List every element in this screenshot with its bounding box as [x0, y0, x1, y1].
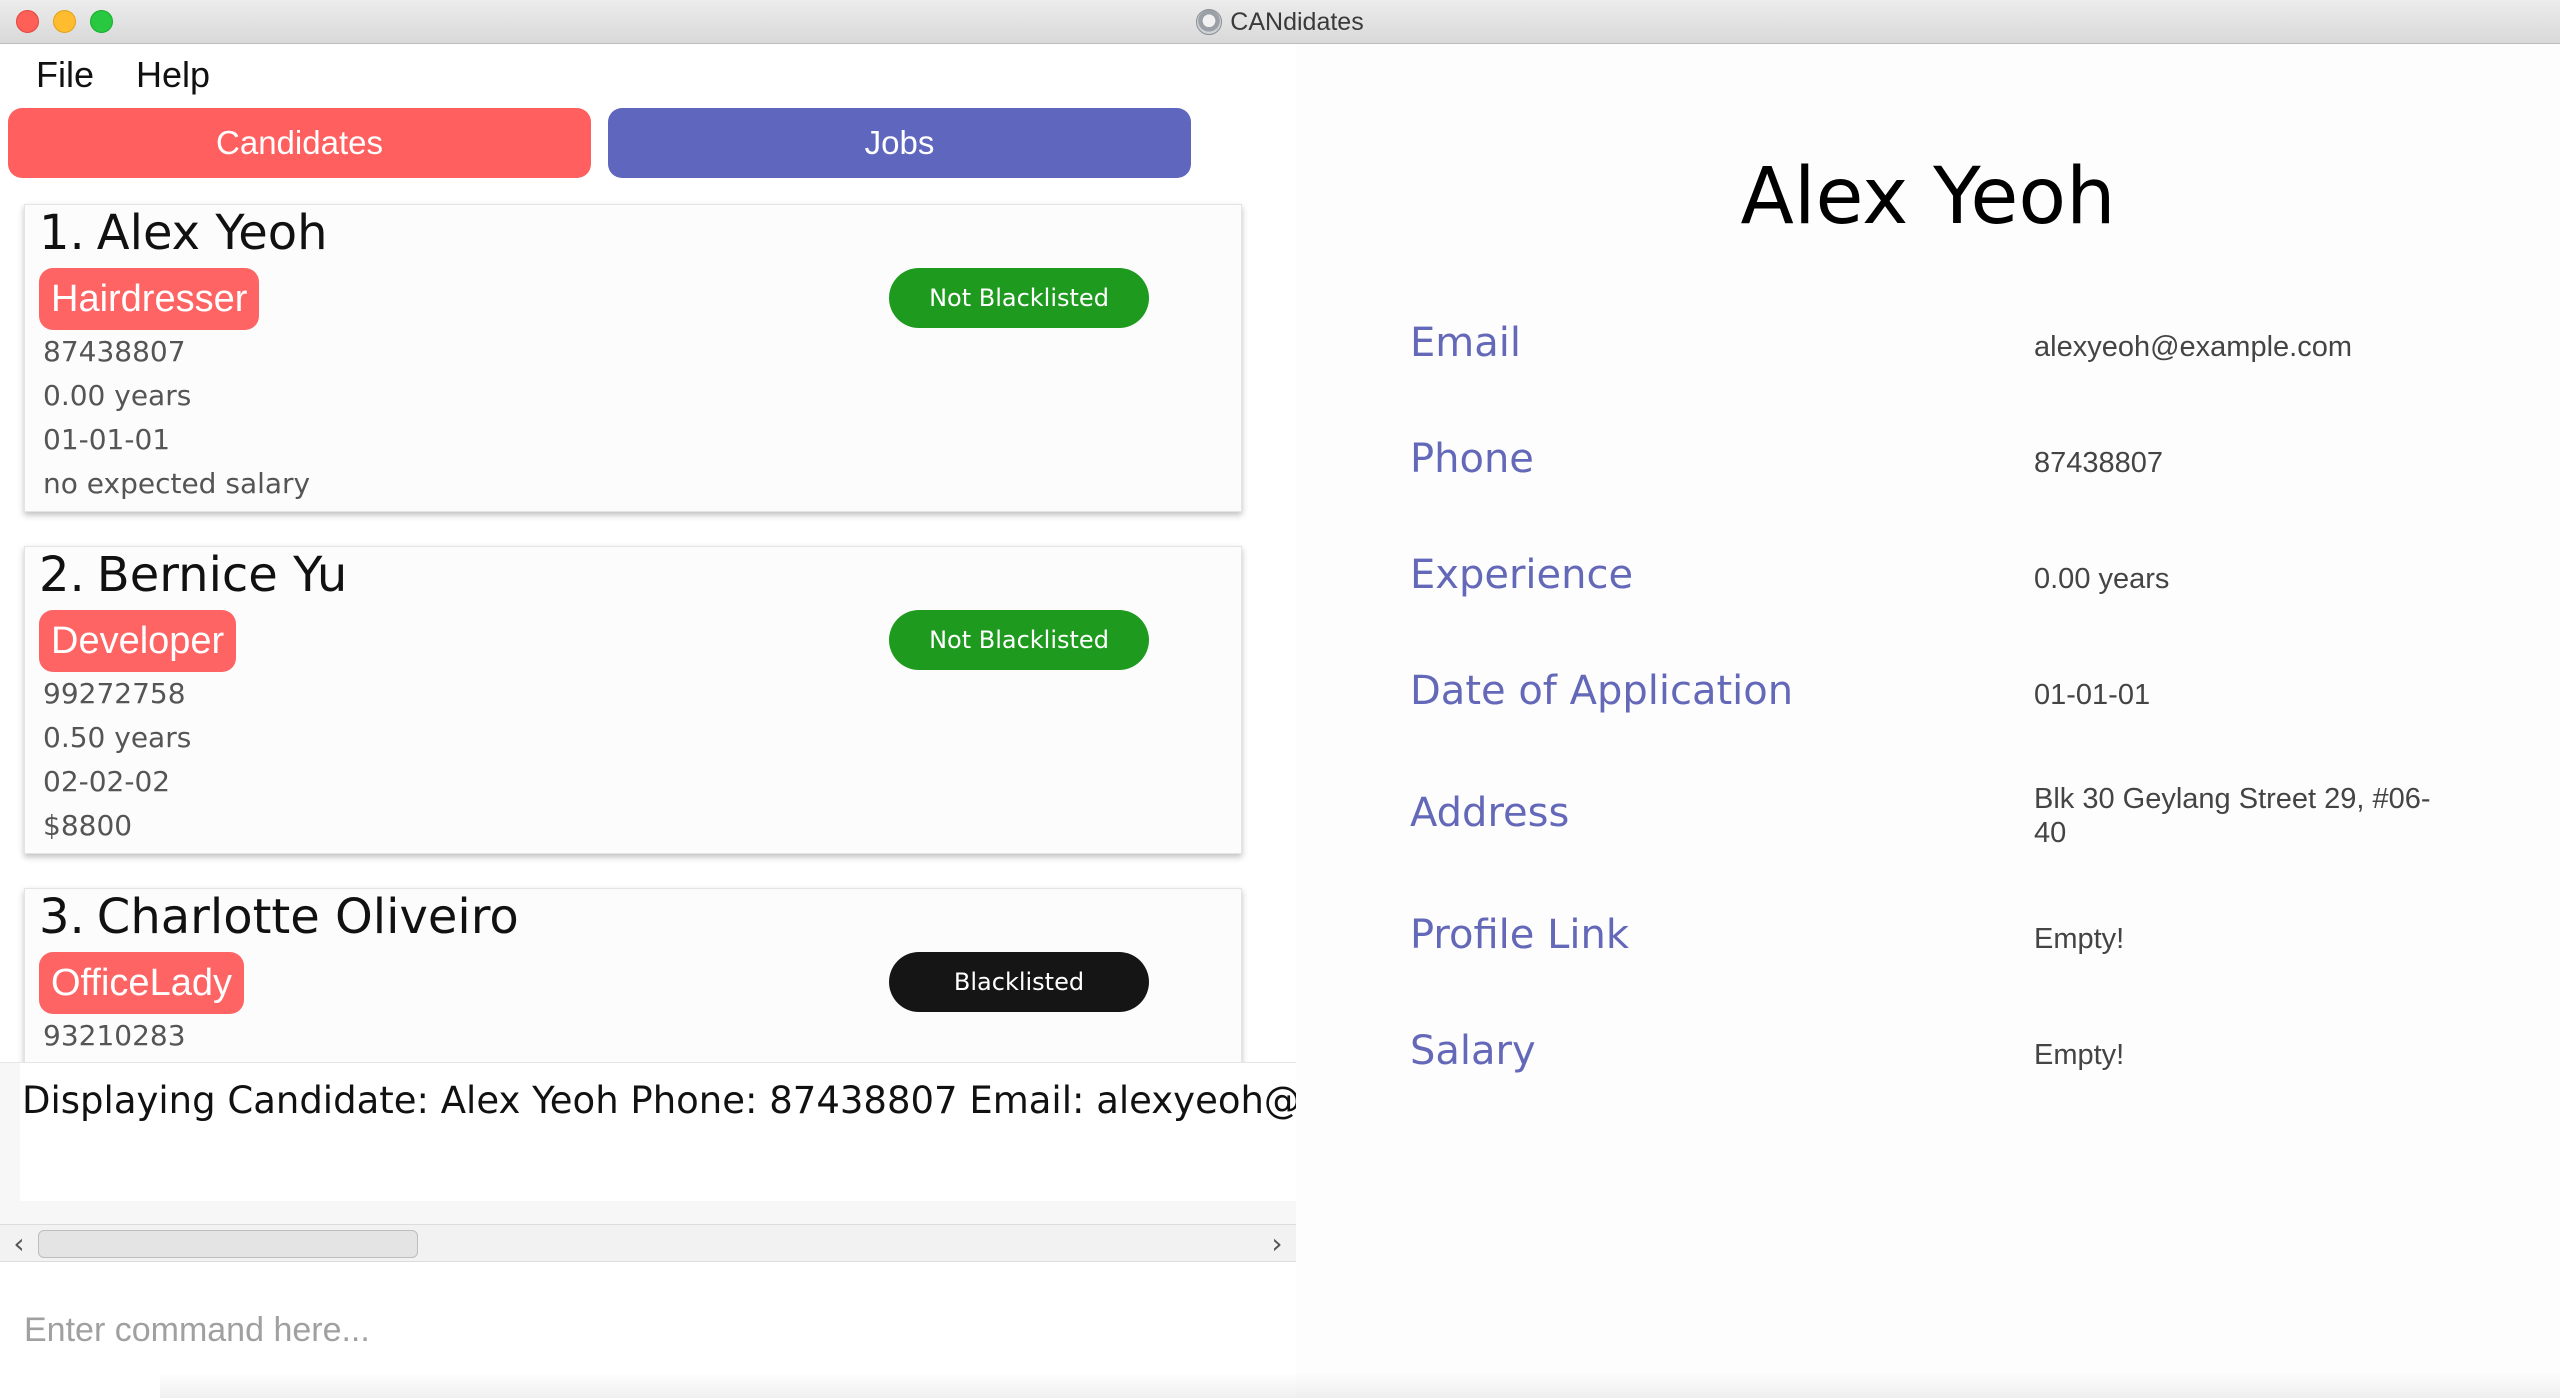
detail-email-value: alexyeoh@example.com [2034, 331, 2352, 363]
candidate-detail-panel: Alex Yeoh Email alexyeoh@example.com Pho… [1296, 44, 2560, 1398]
candidate-tag: Hairdresser [39, 268, 260, 330]
tab-candidates[interactable]: Candidates [8, 108, 591, 178]
detail-experience-value: 0.00 years [2034, 563, 2170, 595]
detail-profile-link-value: Empty! [2034, 923, 2125, 955]
result-horizontal-scrollbar[interactable]: ‹ › [0, 1224, 1296, 1262]
candidate-card[interactable]: 2. Bernice Yu Developer Not Blacklisted 9… [24, 546, 1242, 854]
candidate-title: 1. Alex Yeoh [39, 205, 328, 261]
candidate-name: Alex Yeoh [96, 205, 328, 261]
detail-phone-label: Phone [1410, 436, 1534, 482]
detail-profile-link-label: Profile Link [1410, 912, 1630, 958]
candidate-title: 2. Bernice Yu [39, 547, 347, 603]
window-title: CANdidates [0, 0, 2560, 44]
detail-phone-value: 87438807 [2034, 447, 2164, 479]
candidate-card[interactable]: 3. Charlotte Oliveiro OfficeLady Blacklis… [24, 888, 1242, 1062]
tab-jobs[interactable]: Jobs [608, 108, 1191, 178]
window-bottom-shadow [160, 1372, 2560, 1398]
candidate-salary: no expected salary [43, 467, 311, 500]
detail-application-date-value: 01-01-01 [2034, 679, 2151, 711]
command-input[interactable] [24, 1300, 1274, 1360]
candidate-list[interactable]: 1. Alex Yeoh Hairdresser Not Blacklisted … [0, 190, 1296, 1062]
candidate-experience: 0.50 years [43, 721, 192, 754]
candidate-phone: 93210283 [43, 1019, 186, 1052]
candidate-phone: 99272758 [43, 677, 186, 710]
candidate-experience: 0.00 years [43, 379, 192, 412]
detail-salary-value: Empty! [2034, 1039, 2125, 1071]
detail-experience-label: Experience [1410, 552, 1634, 598]
scrollbar-thumb[interactable] [38, 1230, 418, 1258]
detail-candidate-name: Alex Yeoh [1740, 152, 2116, 242]
candidate-title: 3. Charlotte Oliveiro [39, 889, 519, 945]
candidate-name: Bernice Yu [96, 547, 348, 603]
blacklist-status-badge: Not Blacklisted [889, 268, 1149, 328]
candidate-tag: OfficeLady [39, 952, 244, 1014]
detail-application-date-label: Date of Application [1410, 668, 1794, 714]
menu-file[interactable]: File [36, 54, 94, 96]
candidate-card[interactable]: 1. Alex Yeoh Hairdresser Not Blacklisted … [24, 204, 1242, 512]
chevron-right-icon[interactable]: › [1262, 1227, 1292, 1260]
candidate-application-date: 01-01-01 [43, 423, 171, 456]
app-icon [1196, 9, 1223, 35]
candidate-name: Charlotte Oliveiro [96, 889, 519, 945]
candidate-tag: Developer [39, 610, 237, 672]
menu-bar: File Help [0, 44, 1300, 104]
candidate-phone: 87438807 [43, 335, 186, 368]
candidate-salary: $8800 [43, 809, 133, 842]
blacklist-status-badge: Not Blacklisted [889, 610, 1149, 670]
detail-address-value: Blk 30 Geylang Street 29, #06-40 [2034, 783, 2431, 849]
window-title-text: CANdidates [1230, 7, 1364, 36]
window-titlebar: CANdidates [0, 0, 2560, 44]
result-display[interactable]: Displaying Candidate: Alex Yeoh Phone: 8… [0, 1062, 1296, 1224]
blacklist-status-badge: Blacklisted [889, 952, 1149, 1012]
detail-salary-label: Salary [1410, 1028, 1536, 1074]
detail-email-label: Email [1410, 320, 1521, 366]
detail-address-label: Address [1410, 790, 1570, 836]
candidate-index: 1. [39, 205, 85, 261]
result-text: Displaying Candidate: Alex Yeoh Phone: 8… [22, 1079, 1296, 1122]
candidate-application-date: 02-02-02 [43, 765, 171, 798]
menu-help[interactable]: Help [136, 54, 210, 96]
chevron-left-icon[interactable]: ‹ [4, 1227, 34, 1260]
candidate-index: 3. [39, 889, 85, 945]
candidate-index: 2. [39, 547, 85, 603]
